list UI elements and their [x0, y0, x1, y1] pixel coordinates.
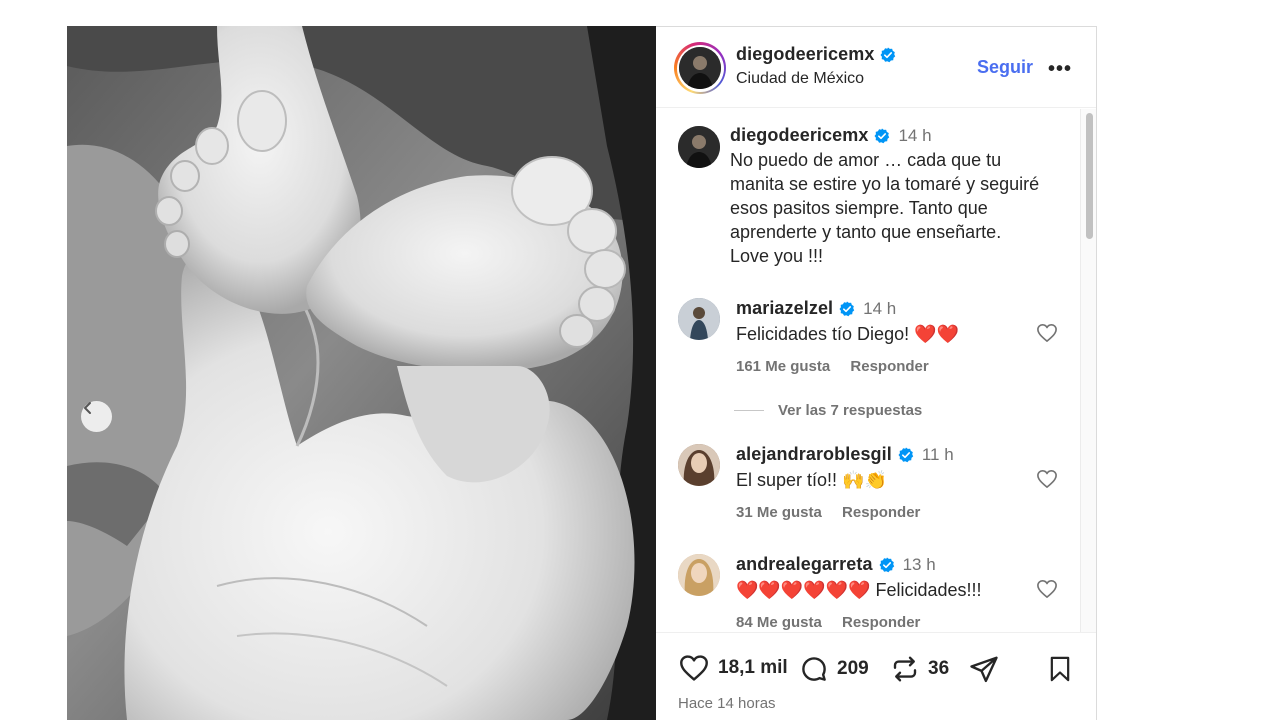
comment-meta: 84 Me gusta Responder	[736, 614, 936, 631]
post-photo[interactable]	[67, 26, 656, 720]
comment-text: Felicidades tío Diego! ❤️❤️	[736, 324, 959, 344]
chevron-left-icon	[84, 402, 91, 414]
caption-line: esos pasitos siempre. Tanto que	[730, 198, 988, 218]
reply-button[interactable]: Responder	[842, 504, 920, 521]
reply-button[interactable]: Responder	[842, 614, 920, 631]
caption-line: Love you !!!	[730, 246, 824, 266]
save-action	[1046, 654, 1074, 684]
carousel-prev-button[interactable]	[81, 401, 112, 432]
comment-likes[interactable]: 31 Me gusta	[736, 504, 822, 521]
reply-button[interactable]: Responder	[850, 358, 928, 375]
comments-section: diegodeericemx 14 h No puedo de amor … c…	[656, 109, 1096, 632]
comment-time[interactable]: 11 h	[922, 445, 954, 465]
heart-icon[interactable]	[1036, 579, 1058, 599]
heart-icon[interactable]	[1036, 469, 1058, 489]
view-replies-button[interactable]: Ver las 7 respuestas	[734, 402, 922, 419]
share-icon[interactable]	[969, 654, 999, 684]
heart-icon[interactable]	[1036, 323, 1058, 343]
reposts-count[interactable]: 36	[928, 658, 949, 680]
author-username[interactable]: diegodeericemx	[736, 44, 874, 65]
post-author[interactable]: diegodeericemx	[736, 44, 896, 65]
comment-username[interactable]: alejandraroblesgil	[736, 444, 892, 465]
repost-action: 36	[890, 654, 949, 684]
heart-icon[interactable]	[678, 654, 710, 682]
verified-badge-icon	[839, 301, 855, 316]
divider	[734, 410, 764, 411]
comments-scrollbar[interactable]	[1080, 109, 1096, 632]
caption-text: No puedo de amor … cada que tu manita se…	[730, 148, 1039, 268]
comment-time[interactable]: 13 h	[903, 555, 936, 575]
post-panel: diegodeericemx Ciudad de México Seguir •…	[656, 26, 1097, 720]
comment-text: ❤️❤️❤️❤️❤️❤️ Felicidades!!!	[736, 580, 982, 600]
comment-icon[interactable]	[799, 654, 829, 684]
caption-line: aprenderte y tanto que enseñarte.	[730, 222, 1002, 242]
caption-line: manita se estire yo la tomaré y seguiré	[730, 174, 1040, 194]
comment-text: El super tío!! 🙌👏	[736, 470, 887, 490]
comment-meta: 31 Me gusta Responder	[736, 504, 936, 521]
verified-badge-icon	[898, 447, 914, 462]
follow-button[interactable]: Seguir	[977, 57, 1033, 78]
post-location[interactable]: Ciudad de México	[736, 70, 864, 88]
verified-badge-icon	[874, 128, 890, 143]
caption-time[interactable]: 14 h	[898, 126, 931, 146]
avatar	[679, 47, 721, 89]
comment-username[interactable]: andrealegarreta	[736, 554, 873, 575]
avatar[interactable]	[678, 554, 720, 596]
baby-feet-photo	[67, 26, 656, 720]
story-ring[interactable]	[674, 42, 726, 94]
comment-meta: 161 Me gusta Responder	[736, 358, 945, 375]
posted-time[interactable]: Hace 14 horas	[678, 695, 776, 712]
avatar[interactable]	[678, 298, 720, 340]
verified-badge-icon	[879, 557, 894, 572]
comment-username[interactable]: mariazelzel	[736, 298, 833, 319]
caption-line: No puedo de amor … cada que tu	[730, 150, 1002, 170]
comment-action: 209	[799, 654, 869, 684]
avatar[interactable]	[678, 444, 720, 486]
comment-likes[interactable]: 161 Me gusta	[736, 358, 830, 375]
like-action: 18,1 mil	[678, 654, 788, 682]
more-options-icon[interactable]: •••	[1048, 58, 1072, 81]
bookmark-icon[interactable]	[1046, 654, 1074, 684]
post-header: diegodeericemx Ciudad de México Seguir •…	[656, 27, 1096, 108]
comment-likes[interactable]: 84 Me gusta	[736, 614, 822, 631]
share-action	[969, 654, 999, 684]
avatar[interactable]	[678, 126, 720, 168]
view-replies-label[interactable]: Ver las 7 respuestas	[778, 402, 922, 419]
comment-time[interactable]: 14 h	[863, 299, 896, 319]
comments-count[interactable]: 209	[837, 658, 869, 680]
verified-badge-icon	[880, 47, 896, 62]
caption-username[interactable]: diegodeericemx	[730, 125, 868, 146]
action-bar: 18,1 mil 209 36 Hace 14 horas	[656, 632, 1096, 720]
likes-count[interactable]: 18,1 mil	[718, 657, 788, 679]
scroll-thumb[interactable]	[1086, 113, 1093, 239]
repost-icon[interactable]	[890, 654, 920, 684]
